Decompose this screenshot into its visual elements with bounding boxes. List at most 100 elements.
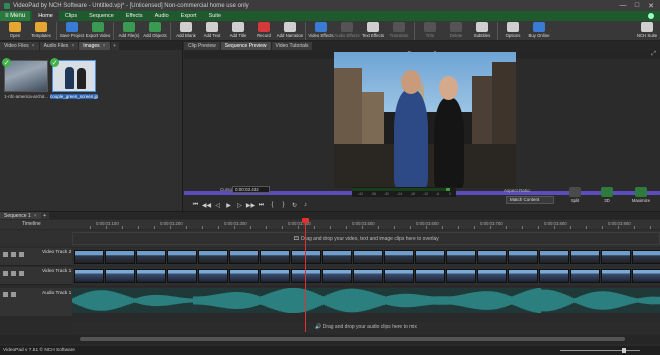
add-title-button[interactable]: Add Title	[225, 21, 251, 41]
close-icon[interactable]: ×	[32, 43, 35, 49]
tab-effects[interactable]: Effects	[120, 11, 149, 21]
go-to-start-icon[interactable]: ⏮	[192, 201, 200, 209]
add-sequence-button[interactable]: +	[40, 212, 49, 219]
open-button[interactable]: Open	[2, 21, 28, 41]
split-button[interactable]: Split	[562, 187, 588, 207]
video-clip-frame[interactable]	[105, 269, 135, 283]
close-icon[interactable]: ×	[71, 43, 74, 49]
video-clip-frame[interactable]	[291, 250, 321, 264]
close-icon[interactable]: ×	[103, 43, 106, 49]
export-video-button[interactable]: Export Video	[85, 21, 111, 41]
audio-track-1[interactable]	[71, 287, 660, 314]
close-button[interactable]: ✕	[644, 0, 658, 11]
video-clip-frame[interactable]	[198, 269, 228, 283]
mark-out-icon[interactable]: }	[280, 201, 288, 209]
tab-video-files[interactable]: Video Files ×	[0, 42, 39, 50]
video-clip-frame[interactable]	[384, 250, 414, 264]
tab-audio[interactable]: Audio	[149, 11, 175, 21]
video-clip-frame[interactable]	[632, 250, 660, 264]
video-clip-frame[interactable]	[322, 250, 352, 264]
lock-icon[interactable]	[19, 271, 24, 276]
add-file-s-button[interactable]: Add File(s)	[116, 21, 142, 41]
tab-sequence-preview[interactable]: Sequence Preview	[220, 42, 271, 50]
mark-in-icon[interactable]: {	[269, 201, 277, 209]
video-clip-frame[interactable]	[477, 250, 507, 264]
save-project-button[interactable]: Save Project	[59, 21, 85, 41]
frame-back-icon[interactable]: ◁	[214, 201, 222, 209]
add-text-button[interactable]: Add Text	[199, 21, 225, 41]
video-clip-frame[interactable]	[229, 269, 259, 283]
speaker-icon[interactable]	[11, 292, 16, 297]
expand-icon[interactable]: ⤢	[651, 51, 656, 58]
lock-icon[interactable]	[19, 252, 24, 257]
tab-clip-preview[interactable]: Clip Preview	[184, 42, 220, 50]
video-clip-frame[interactable]	[167, 250, 197, 264]
add-objects-button[interactable]: Add Objects	[142, 21, 168, 41]
tab-video-tutorials[interactable]: Video Tutorials	[271, 42, 313, 50]
tab-sequence-1[interactable]: Sequence 1 ×	[0, 212, 41, 219]
media-thumbnail[interactable]: ✓	[2, 58, 48, 92]
step-back-icon[interactable]: ◀◀	[202, 201, 211, 209]
delete-button[interactable]: Delete	[443, 21, 469, 41]
zoom-track[interactable]	[560, 347, 640, 353]
video-clip-frame[interactable]	[260, 269, 290, 283]
minimize-button[interactable]: —	[616, 0, 630, 11]
collapse-icon[interactable]	[3, 292, 8, 297]
video-clip-frame[interactable]	[415, 250, 445, 264]
video-clip-frame[interactable]	[105, 250, 135, 264]
eye-icon[interactable]	[11, 252, 16, 257]
close-icon[interactable]: ×	[34, 213, 37, 219]
timeline-ruler[interactable]: Timeline 0:00:03.100 0:00:03.200 0:00:03.3…	[0, 220, 660, 229]
volume-icon[interactable]: ♪	[302, 201, 310, 209]
add-narration-button[interactable]: Add Narration	[277, 21, 303, 41]
tab-export[interactable]: Export	[175, 11, 203, 21]
video-track-2-header[interactable]: Video Track 2	[0, 248, 72, 266]
record-button[interactable]: Record	[251, 21, 277, 41]
video-clip-frame[interactable]	[322, 269, 352, 283]
maximize-button[interactable]: Maximize	[628, 187, 654, 207]
add-blank-button[interactable]: Add Blank	[173, 21, 199, 41]
loop-icon[interactable]: ↻	[291, 201, 299, 209]
video-clip-frame[interactable]	[384, 269, 414, 283]
video-clip-frame[interactable]	[136, 250, 166, 264]
3d-button[interactable]: 3D	[594, 187, 620, 207]
audio-effects-button[interactable]: Audio Effects	[334, 21, 360, 41]
trim-button[interactable]: Trim	[417, 21, 443, 41]
video-effects-button[interactable]: Video Effects	[308, 21, 334, 41]
transition-button[interactable]: Transition	[386, 21, 412, 41]
zoom-knob[interactable]	[622, 347, 626, 353]
video-clip-frame[interactable]	[291, 269, 321, 283]
help-icon[interactable]	[648, 13, 654, 19]
video-clip-frame[interactable]	[601, 250, 631, 264]
text-effects-button[interactable]: Text Effects	[360, 21, 386, 41]
video-clip-frame[interactable]	[74, 250, 104, 264]
video-clip-frame[interactable]	[508, 269, 538, 283]
playhead-handle[interactable]	[302, 218, 309, 223]
video-clip-frame[interactable]	[632, 269, 660, 283]
video-clip-frame[interactable]	[601, 269, 631, 283]
maximize-button[interactable]: □	[630, 0, 644, 11]
video-clip-frame[interactable]	[415, 269, 445, 283]
video-clip-frame[interactable]	[74, 269, 104, 283]
options-button[interactable]: Options	[500, 21, 526, 41]
frame-forward-icon[interactable]: ▷	[236, 201, 244, 209]
video-clip-frame[interactable]	[198, 250, 228, 264]
video-clip-frame[interactable]	[446, 269, 476, 283]
collapse-icon[interactable]	[3, 252, 8, 257]
video-clip-frame[interactable]	[136, 269, 166, 283]
play-icon[interactable]: ▶	[225, 201, 233, 209]
video-clip-frame[interactable]	[477, 269, 507, 283]
tab-sequence[interactable]: Sequence	[83, 11, 120, 21]
subtitles-button[interactable]: Subtitles	[469, 21, 495, 41]
video-clip-frame[interactable]	[260, 250, 290, 264]
aspect-select[interactable]: Match Content	[506, 196, 554, 204]
scrollbar-thumb[interactable]	[80, 337, 625, 341]
video-clip-frame[interactable]	[508, 250, 538, 264]
video-track-1-header[interactable]: Video Track 1	[0, 267, 72, 285]
menu-button[interactable]: ≡ Menu	[0, 11, 31, 21]
tab-suite[interactable]: Suite	[203, 11, 228, 21]
tab-home[interactable]: Home	[32, 11, 59, 21]
add-bin-button[interactable]: +	[110, 42, 119, 50]
timeline-scrollbar[interactable]	[0, 335, 660, 344]
video-clip-frame[interactable]	[539, 269, 569, 283]
